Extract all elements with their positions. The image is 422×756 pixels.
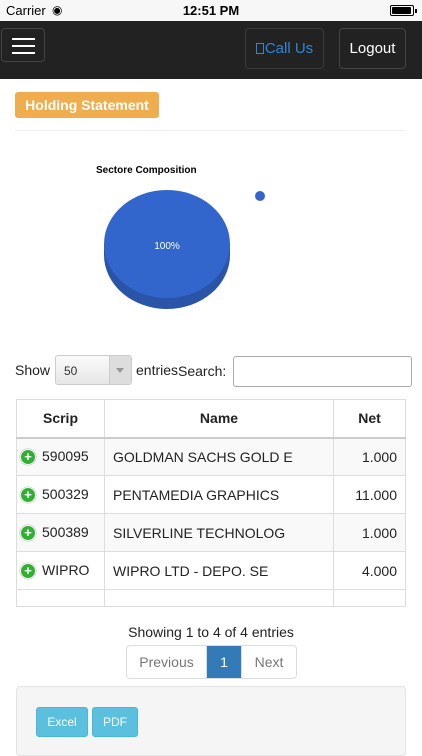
show-label: Show [15,362,51,378]
menu-toggle-button[interactable] [1,28,45,62]
page-1-button[interactable]: 1 [207,646,241,678]
name-cell: SILVERLINE TECHNOLOG [104,513,334,552]
expand-row-icon[interactable]: + [20,563,36,580]
export-pdf-button[interactable]: PDF [92,707,138,737]
scrip-cell: WIPRO [42,561,90,578]
chart-title: Sectore Composition [96,165,197,176]
page-length-value: 50 [64,364,78,378]
export-excel-button[interactable]: Excel [36,707,88,737]
legend-marker [255,191,265,201]
search-label: Search: [178,363,227,379]
name-cell: WIPRO LTD - DEPO. SE [104,551,334,590]
pagination-info: Showing 1 to 4 of 4 entries [128,624,294,640]
divider [15,130,406,131]
pie-slice-label: 100% [154,241,180,252]
top-navbar: Call Us Logout [0,21,422,79]
page-length-select[interactable]: 50 [55,355,132,385]
hamburger-bar-icon [12,45,35,47]
scrip-cell: 500389 [42,523,89,540]
name-cell: PENTAMEDIA GRAPHICS [104,475,334,514]
entries-label: entries [136,362,179,378]
chevron-down-icon [116,368,124,373]
next-page-button[interactable]: Next [241,646,296,678]
holdings-table: Scrip Name Net +590095 GOLDMAN SACHS GOL… [16,399,406,607]
table-footer-row [16,589,406,607]
net-cell: 1.000 [333,513,406,552]
expand-row-icon[interactable]: + [20,487,36,504]
phone-icon [255,43,264,54]
previous-page-button[interactable]: Previous [127,646,207,678]
call-us-button[interactable]: Call Us [245,28,324,69]
name-cell: GOLDMAN SACHS GOLD E [104,437,334,476]
logout-button[interactable]: Logout [339,28,406,69]
pie-chart [104,190,230,309]
status-bar: Carrier ◉ 12:51 PM [0,0,422,21]
hamburger-bar-icon [12,38,35,40]
column-header-net[interactable]: Net [333,399,406,439]
hamburger-bar-icon [12,52,35,54]
expand-row-icon[interactable]: + [20,449,36,466]
net-cell: 11.000 [333,475,406,514]
table-row[interactable]: +500389 SILVERLINE TECHNOLOG 1.000 [16,513,406,552]
table-row[interactable]: +590095 GOLDMAN SACHS GOLD E 1.000 [16,437,406,476]
table-header-row: Scrip Name Net [16,399,406,439]
net-cell: 4.000 [333,551,406,590]
pagination: Previous 1 Next [126,645,297,679]
status-time: 12:51 PM [182,3,240,18]
call-us-label: Call Us [264,40,314,57]
table-row[interactable]: + WIPRO WIPRO LTD - DEPO. SE 4.000 [16,551,406,590]
holding-statement-badge: Holding Statement [15,92,159,118]
expand-row-icon[interactable]: + [20,525,36,542]
search-input[interactable] [233,356,412,387]
battery-icon [390,5,417,16]
scrip-cell: 590095 [42,448,89,465]
scrip-cell: 500329 [42,485,89,502]
table-row[interactable]: +500329 PENTAMEDIA GRAPHICS 11.000 [16,475,406,514]
net-cell: 1.000 [333,437,406,476]
column-header-scrip[interactable]: Scrip [16,399,105,439]
column-header-name[interactable]: Name [104,399,334,439]
